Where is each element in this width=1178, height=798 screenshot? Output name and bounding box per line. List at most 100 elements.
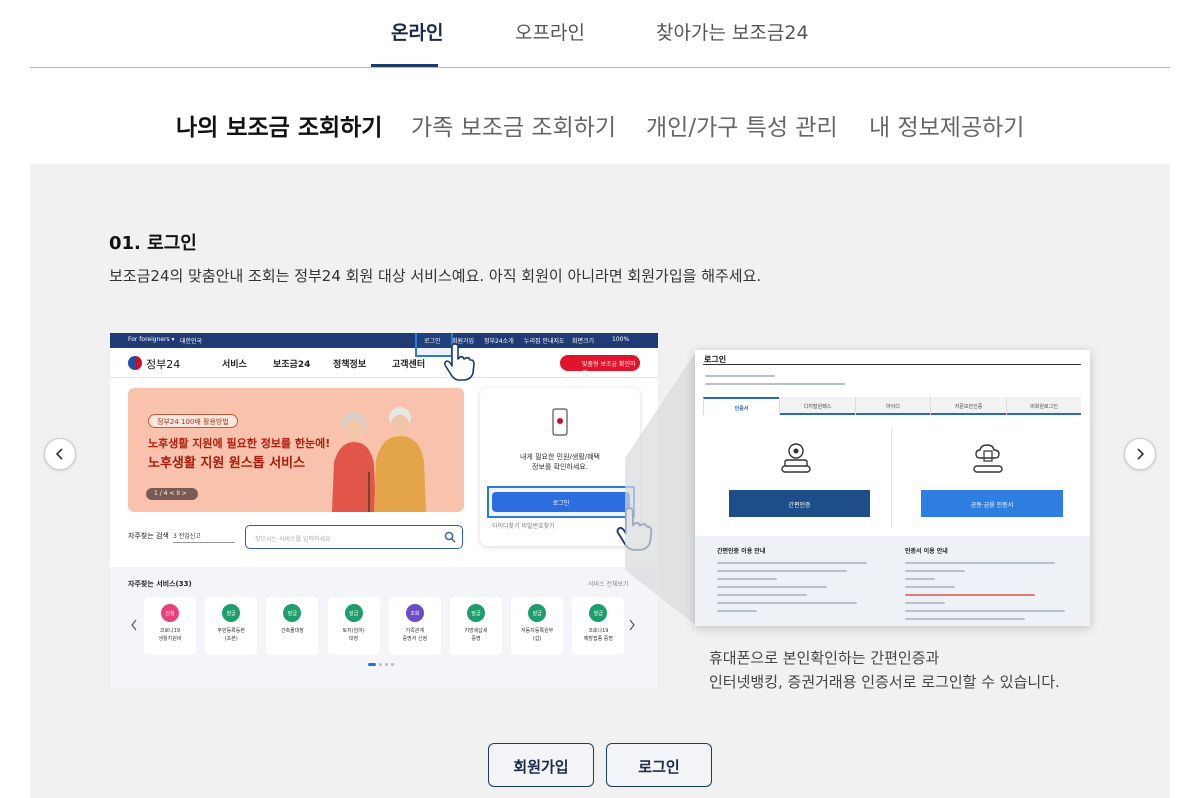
gov24-nav: 정부24 서비스 보조금24 정책정보 고객센터 맞춤형 보조금 확인하기 > — [110, 348, 658, 378]
gov24-topbar: For foreigners ▾ 대한민국 로그인 회원가입 정부24소개 누리… — [110, 333, 658, 348]
simple-auth-button: 간편인증 — [729, 490, 870, 517]
service-label: 코로나19 생활지원비 — [158, 628, 182, 642]
login-tab-digital-onepass: 디지털원패스 — [779, 397, 855, 415]
pointing-hand-icon — [443, 343, 475, 381]
chevron-right-icon — [1137, 448, 1145, 460]
tab-offline[interactable]: 오프라인 — [515, 18, 585, 45]
service-badge: 발급 — [589, 604, 608, 622]
login-tab-certificate: 인증서 — [703, 397, 779, 415]
smartphone-icon — [552, 408, 568, 436]
cloud-certificate-icon — [973, 444, 1003, 473]
step-title: 01. 로그인 — [109, 233, 197, 254]
service-card: 발급코로나19 예방접종 증명 — [572, 597, 625, 655]
banner-pager: 1 / 4 < II > — [146, 488, 198, 500]
banner-chip: 정부24 100배 활용방법 — [148, 414, 238, 428]
certificate-info-lines — [905, 562, 1075, 626]
guide-panel: 01. 로그인 보조금24의 맞춤안내 조회는 정부24 회원 대상 서비스예요… — [30, 164, 1170, 798]
service-label: 주민등록등본 (초본) — [217, 628, 245, 642]
login-card-text-line2: 정보를 확인하세요. — [532, 463, 588, 471]
caption-line-2: 인터넷뱅킹, 증권거래용 인증서로 로그인할 수 있습니다. — [709, 673, 1060, 691]
banner-senior-support: 정부24 100배 활용방법 노후생활 지원에 필요한 정보를 한눈에! 노후생… — [128, 388, 464, 512]
login-notice-lines — [705, 375, 845, 391]
login-card-text-line1: 내게 필요한 민원/생활/혜택 — [519, 453, 600, 461]
login-page-screenshot: 로그인 인증서 디지털원패스 아이디 지문보안인증 비회원로그인 간편인증 공동… — [695, 350, 1090, 626]
service-label: 가족관계 증명서 신청 — [402, 628, 428, 642]
service-badge: 발급 — [222, 604, 241, 622]
login-info-section: 간편인증 이용 안내 인증서 이용 안내 — [695, 536, 1090, 626]
frequent-search-select: 3 전입신고 — [173, 531, 235, 543]
tab-family-subsidy[interactable]: 가족 보조금 조회하기 — [411, 108, 616, 142]
login-tab-fingerprint: 지문보안인증 — [930, 397, 1006, 415]
service-badge: 신청 — [161, 604, 179, 622]
chevron-left-icon — [131, 619, 137, 631]
service-card: 발급자동차등록원부 (갑) — [511, 597, 564, 655]
service-badge: 발급 — [344, 604, 363, 622]
active-tab-underline — [371, 64, 438, 67]
service-search-box: 찾으시는 서비스를 입력하세요 — [245, 525, 463, 549]
frequent-services-title: 자주찾는 서비스(33) — [128, 580, 192, 588]
gov24-menu-subsidy: 보조금24 — [273, 360, 311, 370]
gov24-menu-policy: 정책정보 — [333, 360, 367, 370]
sub-tab-bar: 나의 보조금 조회하기 가족 보조금 조회하기 개인/가구 특성 관리 내 정보… — [0, 108, 1178, 148]
service-badge: 조회 — [405, 604, 424, 622]
service-label: 코로나19 예방접종 증명 — [583, 628, 613, 642]
next-slide-button[interactable] — [1124, 438, 1156, 470]
user-auth-icon — [781, 443, 811, 473]
service-card: 발급지방세납세 증명 — [450, 597, 502, 655]
gov24-menu-support: 고객센터 — [392, 360, 426, 370]
gov24-menu-service: 서비스 — [222, 360, 247, 370]
gov24-logo-text: 정부24 — [146, 358, 181, 371]
simple-auth-info-heading: 간편인증 이용 안내 — [717, 548, 766, 555]
service-badge: 발급 — [283, 604, 302, 622]
top-tab-bar: 온라인 오프라인 찾아가는 보조금24 — [30, 0, 1170, 68]
simple-auth-info-lines — [717, 562, 877, 618]
banner-line2: 노후생활 지원 원스톱 서비스 — [148, 456, 306, 471]
login-tab-id: 아이디 — [855, 397, 930, 415]
service-badge: 발급 — [467, 604, 485, 622]
search-row: 자주찾는 검색 3 전입신고 찾으시는 서비스를 입력하세요 — [128, 525, 464, 549]
login-card-button: 로그인 — [492, 492, 630, 512]
service-card: 조회가족관계 증명서 신청 — [388, 597, 441, 655]
tab-personal-household[interactable]: 개인/가구 특성 관리 — [646, 108, 838, 142]
carousel-dots — [368, 663, 400, 666]
chevron-left-icon — [55, 448, 63, 460]
tab-my-subsidy[interactable]: 나의 보조금 조회하기 — [176, 108, 382, 142]
gov24-main-screenshot: For foreigners ▾ 대한민국 로그인 회원가입 정부24소개 누리… — [110, 333, 658, 688]
service-card: 신청코로나19 생활지원비 — [144, 597, 196, 655]
service-card: 발급주민등록등본 (초본) — [205, 597, 258, 655]
login-button[interactable]: 로그인 — [606, 743, 712, 787]
tab-info-provision[interactable]: 내 정보제공하기 — [869, 108, 1024, 142]
service-card: 발급건축물대장 — [266, 597, 319, 655]
title-divider — [703, 364, 1081, 365]
login-tab-guest: 비회원로그인 — [1006, 397, 1081, 415]
gov24-logo-icon — [128, 356, 142, 370]
service-label: 지방세납세 증명 — [464, 628, 488, 642]
zoom-connector — [625, 350, 697, 626]
topbar-screen-size: 화면크기 — [572, 338, 595, 345]
service-card: 발급토지(임야) 대장 — [327, 597, 380, 655]
prev-slide-button[interactable] — [44, 438, 76, 470]
tab-online[interactable]: 온라인 — [391, 18, 443, 45]
senior-couple-illustration — [332, 407, 426, 512]
service-badge: 발급 — [528, 604, 547, 622]
topbar-korea: 대한민국 — [180, 338, 203, 345]
topbar-sitemap: 누리집 안내지도 — [524, 338, 565, 345]
tab-visiting-subsidy24[interactable]: 찾아가는 보조금24 — [656, 18, 809, 45]
topbar-foreigners: For foreigners ▾ — [128, 336, 175, 343]
certificate-info-heading: 인증서 이용 안내 — [905, 548, 948, 555]
frequent-services: 자주찾는 서비스(33) 서비스 전체보기 신청 코로나19 생활지원비 발급 주민등… — [110, 567, 658, 688]
column-divider — [891, 428, 892, 528]
all-services-link: 서비스 전체보기 — [588, 581, 629, 588]
signup-button[interactable]: 회원가입 — [488, 743, 594, 787]
step-description: 보조금24의 맞춤안내 조회는 정부24 회원 대상 서비스예요. 아직 회원이… — [109, 267, 762, 285]
banner-line1: 노후생활 지원에 필요한 정보를 한눈에! — [148, 437, 331, 450]
service-label: 토지(임야) 대장 — [342, 628, 365, 642]
service-label: 건축물대장 — [280, 628, 304, 634]
login-card-links: 아이디찾기 비밀번호찾기 — [492, 523, 555, 530]
service-label: 자동차등록원부 (갑) — [521, 628, 554, 642]
caption-line-1: 휴대폰으로 본인확인하는 간편인증과 — [709, 649, 940, 667]
topbar-about: 정부24소개 — [484, 338, 514, 345]
frequent-search-label: 자주찾는 검색 — [128, 532, 169, 540]
search-icon — [444, 531, 456, 543]
topbar-zoom: 100% — [612, 336, 630, 343]
